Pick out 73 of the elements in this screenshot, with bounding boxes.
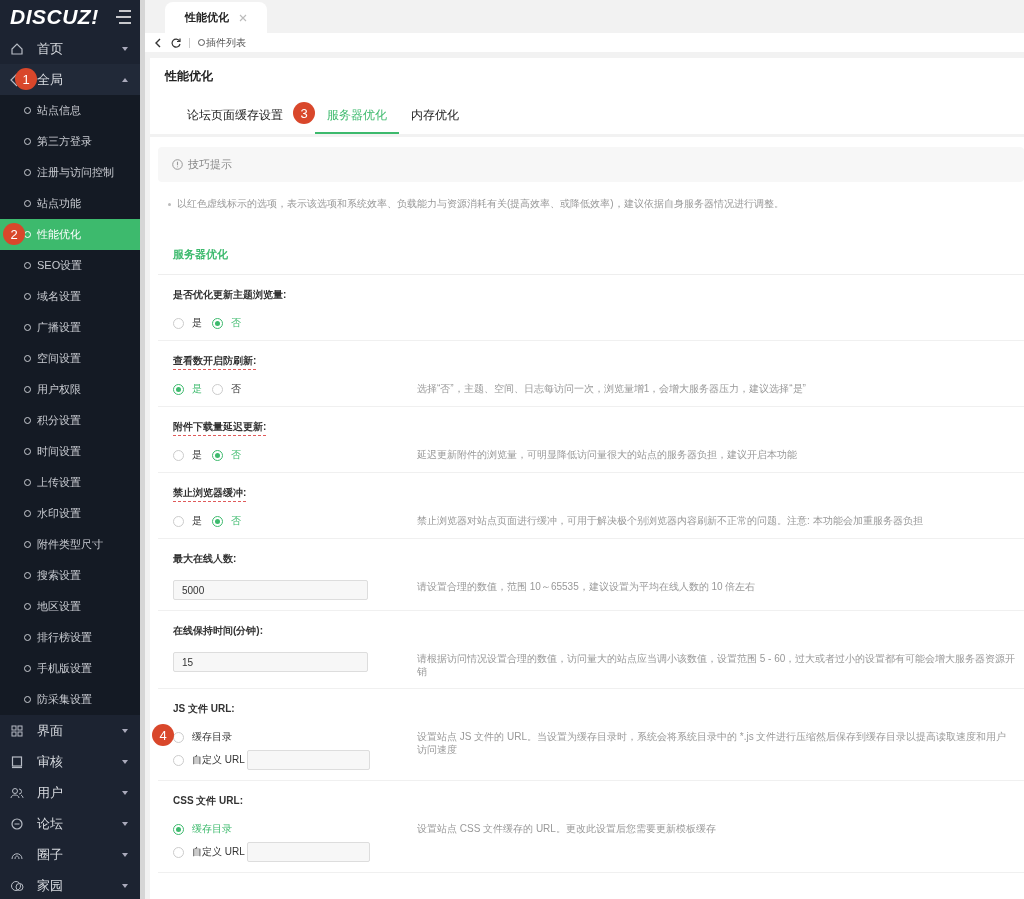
option-label: 是 bbox=[192, 382, 202, 396]
page-tab[interactable]: 性能优化 bbox=[165, 2, 267, 33]
submenu-item[interactable]: 空间设置 bbox=[0, 343, 140, 374]
submenu-item[interactable]: 广播设置 bbox=[0, 312, 140, 343]
tab[interactable]: 内存优化 bbox=[399, 103, 471, 134]
submenu-item[interactable]: 排行榜设置 bbox=[0, 622, 140, 653]
input-field[interactable]: 15 bbox=[173, 652, 368, 672]
submenu-item[interactable]: 时间设置 bbox=[0, 436, 140, 467]
option-label: 是 bbox=[192, 514, 202, 528]
submenu-item[interactable]: 水印设置 bbox=[0, 498, 140, 529]
submenu-item[interactable]: 域名设置 bbox=[0, 281, 140, 312]
submenu-item[interactable]: 手机版设置 bbox=[0, 653, 140, 684]
menu-label: 论坛 bbox=[37, 814, 64, 833]
submenu-item[interactable]: 站点信息 bbox=[0, 95, 140, 126]
option-label: 自定义 URL bbox=[192, 845, 245, 859]
submenu-item[interactable]: 防采集设置 bbox=[0, 684, 140, 715]
section-title: 服务器优化 bbox=[158, 211, 1024, 275]
menu-label: 审核 bbox=[37, 752, 64, 771]
setting-label: 禁止浏览器缓冲: bbox=[173, 486, 247, 502]
tab[interactable]: 论坛页面缓存设置 bbox=[175, 103, 295, 134]
menu-label: 全局 bbox=[37, 70, 64, 89]
option-label: 缓存目录 bbox=[192, 730, 232, 744]
submenu-item[interactable]: 用户权限 bbox=[0, 374, 140, 405]
tip-text: 以红色虚线标示的选项，表示该选项和系统效率、负载能力与资源消耗有关(提高效率、或降低效率)，建议依据自身服务器情况进行调整。 bbox=[177, 197, 784, 211]
submenu-item[interactable]: 上传设置 bbox=[0, 467, 140, 498]
menu-item[interactable]: 圈子 bbox=[0, 839, 140, 870]
option-label: 否 bbox=[231, 514, 241, 528]
menu-label: 家园 bbox=[37, 876, 64, 895]
option-label: 缓存目录 bbox=[192, 822, 232, 836]
menu-label: 用户 bbox=[37, 783, 64, 802]
setting-description: 请根据访问情况设置合理的数值，访问量大的站点应当调小该数值，设置范围 5 - 60，过大或者过小的设置都有可能会增大服务器资源开销 bbox=[417, 652, 1017, 678]
submenu-item[interactable]: 第三方登录 bbox=[0, 126, 140, 157]
menu-label: 界面 bbox=[37, 721, 64, 740]
menu-item[interactable]: 论坛 bbox=[0, 808, 140, 839]
menu-label: 首页 bbox=[37, 39, 64, 58]
menu-label: 圈子 bbox=[37, 845, 64, 864]
option-label: 否 bbox=[231, 382, 241, 396]
setting-label: 附件下载量延迟更新: bbox=[173, 420, 267, 436]
step-marker: 3 bbox=[293, 102, 315, 124]
submenu-item[interactable]: 积分设置 bbox=[0, 405, 140, 436]
step-marker: 4 bbox=[152, 724, 174, 746]
submenu-item[interactable]: 地区设置 bbox=[0, 591, 140, 622]
menu-item[interactable]: 审核 bbox=[0, 746, 140, 777]
menu-item[interactable]: 界面 bbox=[0, 715, 140, 746]
submenu-item[interactable]: 站点功能 bbox=[0, 188, 140, 219]
submenu-item[interactable]: 搜索设置 bbox=[0, 560, 140, 591]
submenu-item[interactable]: SEO设置 bbox=[0, 250, 140, 281]
logo: DISCUZ! bbox=[10, 4, 99, 29]
setting-description: 设置站点 JS 文件的 URL。当设置为缓存目录时，系统会将系统目录中的 *.js 文件进行压缩然后保存到缓存目录以提高读取速度和用户访问速度 bbox=[417, 730, 1008, 756]
setting-description: 禁止浏览器对站点页面进行缓冲，可用于解决极个别浏览器内容刷新不正常的问题。注意: 本功能会加重服务器负担 bbox=[417, 514, 924, 527]
menu-item[interactable]: 家园 bbox=[0, 870, 140, 899]
option-label: 是 bbox=[192, 448, 202, 462]
option-label: 否 bbox=[231, 316, 241, 330]
submenu-item[interactable]: 注册与访问控制 bbox=[0, 157, 140, 188]
setting-label: 在线保持时间(分钟): bbox=[173, 624, 263, 638]
option-label: 自定义 URL bbox=[192, 753, 245, 767]
option-label: 是 bbox=[192, 316, 202, 330]
option-label: 否 bbox=[231, 448, 241, 462]
setting-description: 请设置合理的数值，范围 10～65535，建议设置为平均在线人数的 10 倍左右 bbox=[417, 580, 757, 593]
setting-description: 延迟更新附件的浏览量，可明显降低访问量很大的站点的服务器负担，建议开启本功能 bbox=[417, 448, 798, 461]
setting-description: 设置站点 CSS 文件缓存的 URL。更改此设置后您需要更新模板缓存 bbox=[417, 822, 717, 835]
plugin-list-link[interactable]: 插件列表 bbox=[198, 35, 246, 50]
setting-label: 是否优化更新主题浏览量: bbox=[173, 288, 287, 302]
tip-title: 技巧提示 bbox=[188, 157, 232, 172]
setting-label: CSS 文件 URL: bbox=[173, 794, 243, 808]
menu-item[interactable]: 首页 bbox=[0, 33, 140, 64]
setting-label: 最大在线人数: bbox=[173, 552, 237, 566]
page-title: 性能优化 bbox=[165, 68, 214, 85]
input-field[interactable]: 5000 bbox=[173, 580, 368, 600]
setting-label: JS 文件 URL: bbox=[173, 702, 235, 716]
menu-item[interactable]: 用户 bbox=[0, 777, 140, 808]
submenu-item[interactable]: 附件类型尺寸 bbox=[0, 529, 140, 560]
setting-label: 查看数开启防刷新: bbox=[173, 354, 257, 370]
